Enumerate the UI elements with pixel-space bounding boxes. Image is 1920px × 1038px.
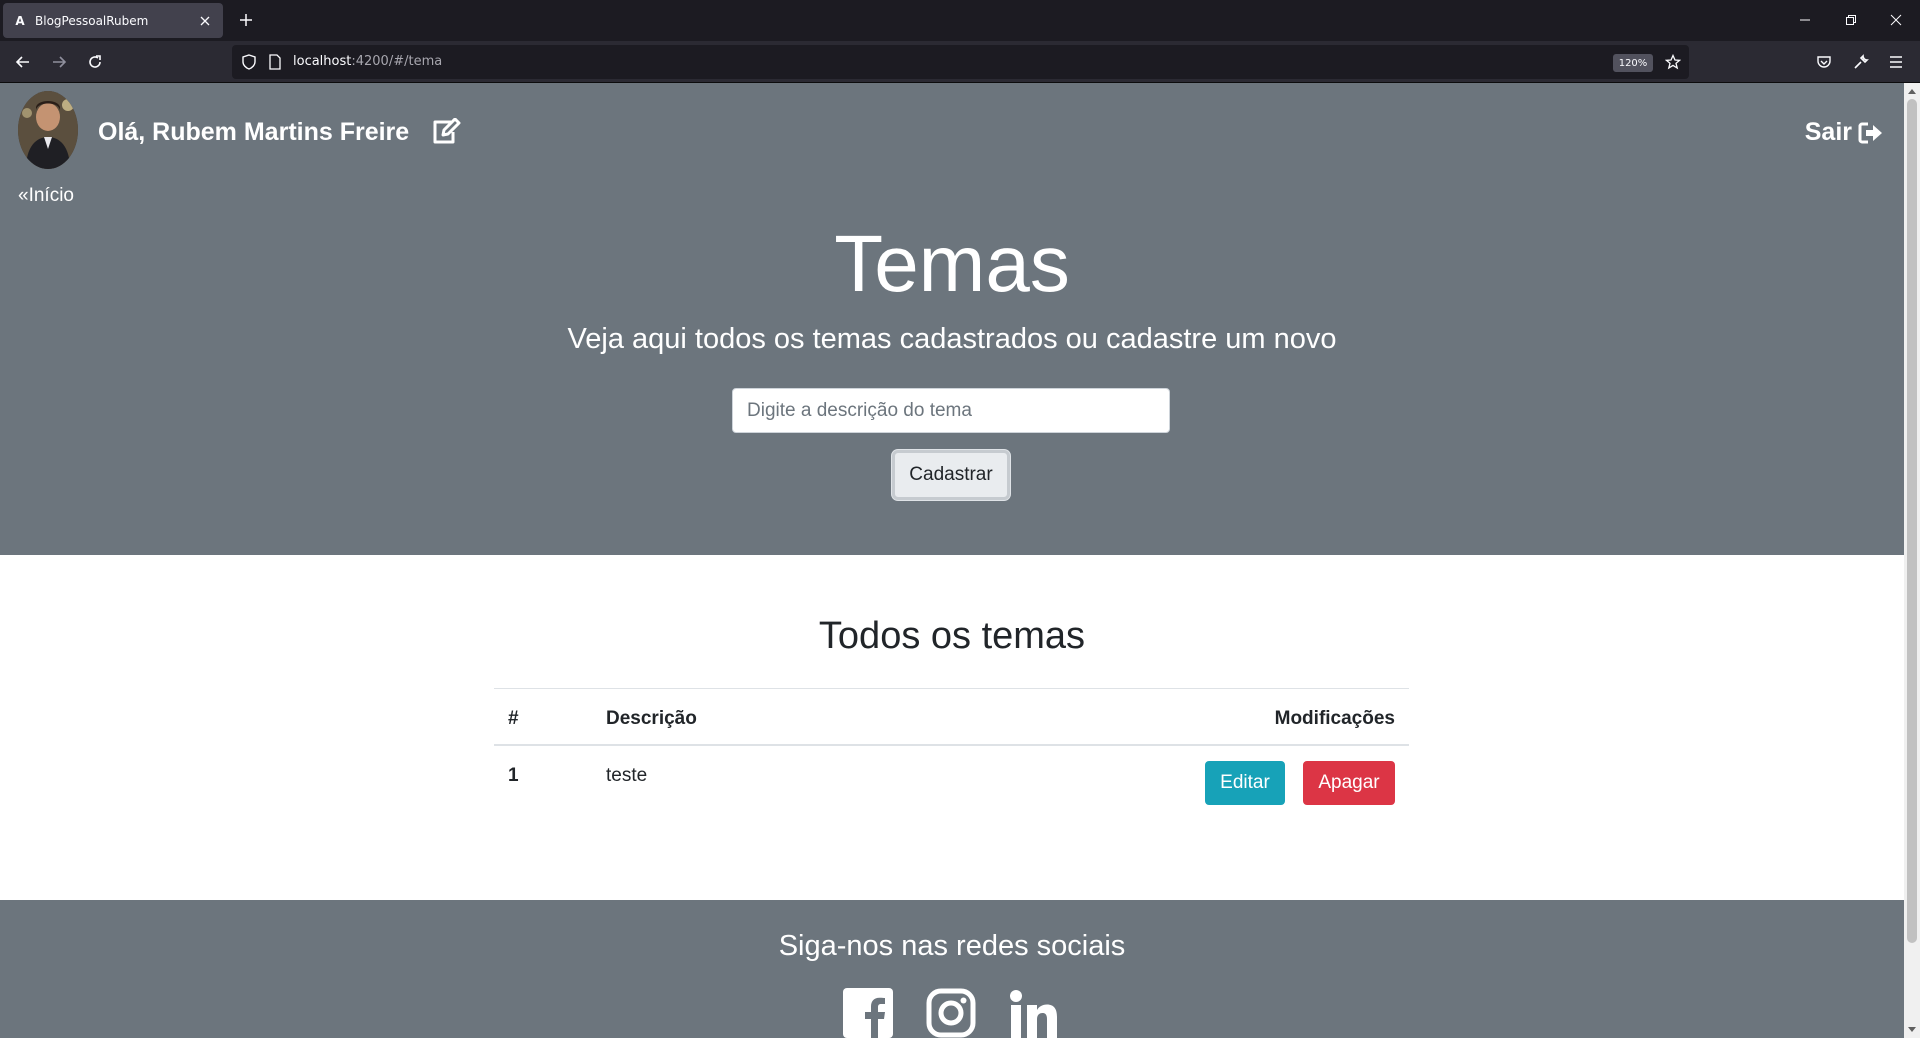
reload-icon[interactable] bbox=[83, 50, 107, 74]
edit-profile-icon[interactable] bbox=[431, 117, 461, 146]
column-header-id: # bbox=[508, 708, 519, 729]
page-viewport: Olá, Rubem Martins Freire Sair «Início T… bbox=[0, 83, 1904, 1038]
footer-title: Siga-nos nas redes sociais bbox=[778, 930, 1126, 962]
logout-label: Sair bbox=[1804, 118, 1852, 146]
column-header-actions: Modificações bbox=[1274, 708, 1395, 729]
browser-tab[interactable]: A BlogPessoalRubem bbox=[3, 3, 223, 38]
register-button[interactable]: Cadastrar bbox=[892, 450, 1010, 500]
scroll-up-icon[interactable] bbox=[1904, 83, 1920, 99]
page-info-icon[interactable] bbox=[268, 54, 282, 74]
theme-description-input[interactable] bbox=[732, 388, 1170, 433]
scroll-down-icon[interactable] bbox=[1904, 1022, 1920, 1038]
linkedin-icon[interactable] bbox=[1009, 988, 1059, 1038]
themes-list-title: Todos os temas bbox=[818, 615, 1086, 657]
home-link[interactable]: «Início bbox=[18, 185, 74, 207]
theme-description: teste bbox=[606, 765, 648, 786]
shield-icon[interactable] bbox=[241, 54, 257, 74]
instagram-icon[interactable] bbox=[926, 988, 976, 1038]
wrench-icon[interactable] bbox=[1849, 50, 1873, 74]
new-tab-icon[interactable] bbox=[236, 10, 256, 30]
table-row: 1 teste Editar Apagar bbox=[494, 746, 1409, 816]
close-tab-icon[interactable] bbox=[195, 11, 215, 31]
pocket-icon[interactable] bbox=[1812, 50, 1836, 74]
avatar[interactable] bbox=[18, 91, 78, 169]
browser-toolbar: localhost:4200/#/tema 120% bbox=[0, 41, 1920, 83]
delete-theme-button[interactable]: Apagar bbox=[1303, 761, 1395, 805]
close-window-icon[interactable] bbox=[1884, 8, 1908, 32]
column-header-description: Descrição bbox=[606, 708, 697, 729]
minimize-icon[interactable] bbox=[1793, 8, 1817, 32]
menu-icon[interactable] bbox=[1884, 50, 1908, 74]
sign-out-icon bbox=[1858, 121, 1884, 145]
browser-tab-strip: A BlogPessoalRubem bbox=[0, 0, 1920, 41]
hero-section: Olá, Rubem Martins Freire Sair «Início T… bbox=[0, 83, 1904, 555]
url-text[interactable]: localhost:4200/#/tema bbox=[293, 54, 442, 69]
scroll-thumb[interactable] bbox=[1907, 99, 1917, 943]
facebook-icon[interactable] bbox=[843, 988, 893, 1038]
zoom-level[interactable]: 120% bbox=[1613, 54, 1653, 72]
page-subtitle: Veja aqui todos os temas cadastrados ou … bbox=[567, 323, 1337, 355]
page-scrollbar[interactable] bbox=[1904, 83, 1920, 1038]
theme-id: 1 bbox=[508, 765, 519, 786]
user-greeting: Olá, Rubem Martins Freire bbox=[98, 118, 410, 146]
tab-title: BlogPessoalRubem bbox=[35, 13, 149, 28]
edit-theme-button[interactable]: Editar bbox=[1205, 761, 1285, 805]
restore-icon[interactable] bbox=[1839, 8, 1863, 32]
themes-table: # Descrição Modificações 1 teste Editar … bbox=[494, 688, 1409, 816]
table-header-row: # Descrição Modificações bbox=[494, 688, 1409, 746]
forward-arrow-icon[interactable] bbox=[47, 50, 71, 74]
logout-button[interactable]: Sair bbox=[1805, 118, 1884, 147]
page-title: Temas bbox=[834, 219, 1070, 308]
angular-favicon-icon: A bbox=[15, 13, 25, 28]
url-bar[interactable]: localhost:4200/#/tema 120% bbox=[232, 45, 1689, 79]
footer: Siga-nos nas redes sociais bbox=[0, 900, 1904, 1038]
back-arrow-icon[interactable] bbox=[11, 50, 35, 74]
bookmark-star-icon[interactable] bbox=[1664, 53, 1682, 74]
